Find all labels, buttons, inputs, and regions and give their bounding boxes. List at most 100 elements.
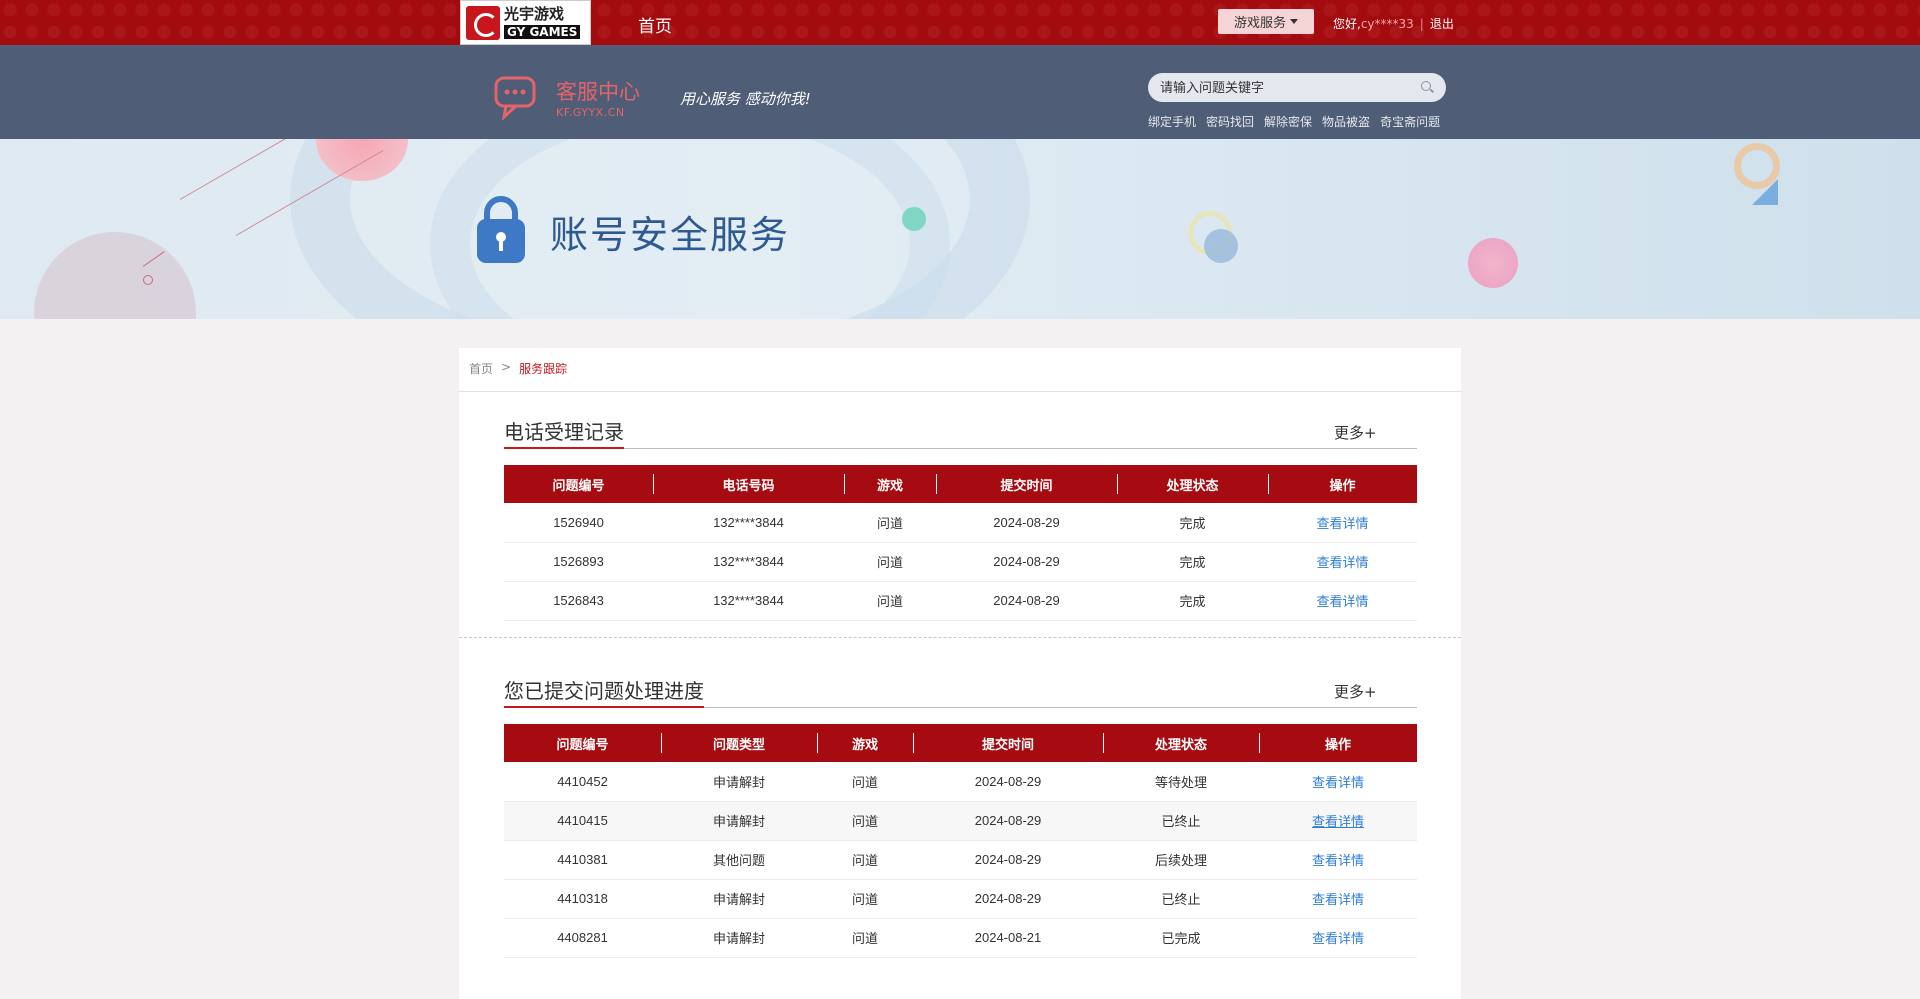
column-header: 操作 xyxy=(1259,724,1417,762)
banner-decor-ring xyxy=(143,275,153,285)
gy-games-logo[interactable]: 光宇游戏 GY GAMES xyxy=(460,0,591,45)
column-header: 游戏 xyxy=(817,724,913,762)
game-service-label: 游戏服务 xyxy=(1233,16,1286,31)
game-cell: 问道 xyxy=(817,840,913,880)
table-header-row: 问题编号 问题类型 游戏 提交时间 处理状态 操作 xyxy=(504,724,1417,762)
username: cy****33 xyxy=(1360,17,1414,31)
phone-cell: 132****3844 xyxy=(653,503,844,543)
section-divider xyxy=(459,637,1461,638)
issue-id-cell: 4410381 xyxy=(504,840,661,880)
view-details-link[interactable]: 查看详情 xyxy=(1312,931,1364,946)
issue-type-cell: 申请解封 xyxy=(661,762,817,802)
game-cell: 问道 xyxy=(817,762,913,802)
logout-link[interactable]: 退出 xyxy=(1430,17,1454,31)
issue-id-cell: 4408281 xyxy=(504,918,661,958)
game-cell: 问道 xyxy=(817,879,913,919)
phone-records-title: 电话受理记录 xyxy=(504,420,624,444)
banner-title: 账号安全服务 xyxy=(550,213,791,257)
table-row: 1526843 132****3844 问道 2024-08-29 完成 查看详… xyxy=(504,581,1417,621)
nav-home-link[interactable]: 首页 xyxy=(638,12,672,37)
view-details-link[interactable]: 查看详情 xyxy=(1316,516,1368,531)
table-header-row: 问题编号 电话号码 游戏 提交时间 处理状态 操作 xyxy=(504,465,1417,503)
search-input[interactable] xyxy=(1160,80,1421,95)
account-security-banner xyxy=(0,139,1920,319)
caret-down-icon xyxy=(1290,19,1298,24)
issue-id-cell: 1526893 xyxy=(504,542,653,582)
quick-link-remove-protection[interactable]: 解除密保 xyxy=(1264,113,1312,130)
breadcrumb: 首页 > 服务跟踪 xyxy=(469,360,567,377)
logo-cn-text: 光宇游戏 xyxy=(504,4,565,23)
issue-type-cell: 申请解封 xyxy=(661,918,817,958)
search-icon[interactable] xyxy=(1421,81,1434,94)
table-row: 4410318 申请解封 问道 2024-08-29 已终止 查看详情 xyxy=(504,879,1417,919)
game-cell: 问道 xyxy=(844,581,936,621)
table-row: 4410415 申请解封 问道 2024-08-29 已终止 查看详情 xyxy=(504,801,1417,841)
table-row: 4410452 申请解封 问道 2024-08-29 等待处理 查看详情 xyxy=(504,762,1417,802)
game-service-dropdown[interactable]: 游戏服务 xyxy=(1218,9,1314,34)
date-cell: 2024-08-29 xyxy=(913,879,1103,919)
view-details-link[interactable]: 查看详情 xyxy=(1312,853,1364,868)
view-details-link[interactable]: 查看详情 xyxy=(1312,814,1364,829)
banner-decor-circle xyxy=(1204,229,1238,263)
quick-link-qibaozhai[interactable]: 奇宝斋问题 xyxy=(1380,113,1440,130)
logo-en-text: GY GAMES xyxy=(504,24,581,39)
status-cell: 已完成 xyxy=(1103,918,1259,958)
quick-link-password-recovery[interactable]: 密码找回 xyxy=(1206,113,1254,130)
date-cell: 2024-08-29 xyxy=(913,762,1103,802)
view-details-link[interactable]: 查看详情 xyxy=(1316,594,1368,609)
column-header: 问题类型 xyxy=(661,724,817,762)
column-header: 游戏 xyxy=(844,465,936,503)
issue-id-cell: 4410415 xyxy=(504,801,661,841)
status-cell: 已终止 xyxy=(1103,879,1259,919)
date-cell: 2024-08-21 xyxy=(913,918,1103,958)
gy-logo-icon xyxy=(466,5,500,40)
status-cell: 已终止 xyxy=(1103,801,1259,841)
breadcrumb-home[interactable]: 首页 xyxy=(469,360,493,377)
issue-type-cell: 申请解封 xyxy=(661,879,817,919)
game-cell: 问道 xyxy=(844,503,936,543)
date-cell: 2024-08-29 xyxy=(936,503,1117,543)
greeting-text: 您好, xyxy=(1333,17,1361,31)
search-box xyxy=(1148,73,1446,102)
phone-records-rule xyxy=(504,448,1417,449)
submitted-issues-title: 您已提交问题处理进度 xyxy=(504,679,704,703)
banner-decor-circle xyxy=(902,207,926,231)
column-header: 问题编号 xyxy=(556,736,609,752)
table-row: 4408281 申请解封 问道 2024-08-21 已完成 查看详情 xyxy=(504,918,1417,958)
issue-id-cell: 1526940 xyxy=(504,503,653,543)
view-details-link[interactable]: 查看详情 xyxy=(1312,775,1364,790)
banner-decor-circle xyxy=(34,232,196,319)
user-greeting: 您好,cy****33 | 退出 xyxy=(1333,15,1454,32)
issue-type-cell: 申请解封 xyxy=(661,801,817,841)
table-row: 4410381 其他问题 问道 2024-08-29 后续处理 查看详情 xyxy=(504,840,1417,880)
view-details-link[interactable]: 查看详情 xyxy=(1312,892,1364,907)
phone-records-more-link[interactable]: 更多+ xyxy=(1334,422,1377,443)
quick-link-bind-phone[interactable]: 绑定手机 xyxy=(1148,113,1196,130)
column-header: 操作 xyxy=(1268,465,1417,503)
banner-decor-triangle xyxy=(1752,179,1778,205)
column-header: 处理状态 xyxy=(1103,724,1259,762)
breadcrumb-separator: > xyxy=(501,360,512,374)
issue-id-cell: 4410452 xyxy=(504,762,661,802)
game-cell: 问道 xyxy=(817,918,913,958)
table-row: 1526940 132****3844 问道 2024-08-29 完成 查看详… xyxy=(504,503,1417,543)
separator: | xyxy=(1419,17,1424,31)
submitted-issues-more-link[interactable]: 更多+ xyxy=(1334,681,1377,702)
lock-icon xyxy=(477,196,525,263)
status-cell: 完成 xyxy=(1117,542,1268,582)
top-bar: 光宇游戏 GY GAMES 首页 游戏服务 您好,cy****33 | 退出 xyxy=(0,0,1920,45)
date-cell: 2024-08-29 xyxy=(936,542,1117,582)
quick-link-item-stolen[interactable]: 物品被盗 xyxy=(1322,113,1370,130)
service-header xyxy=(0,45,1920,139)
phone-records-table: 问题编号 电话号码 游戏 提交时间 处理状态 操作 1526940 132***… xyxy=(504,465,1417,621)
issue-id-cell: 4410318 xyxy=(504,879,661,919)
submitted-issues-table: 问题编号 问题类型 游戏 提交时间 处理状态 操作 4410452 申请解封 问… xyxy=(504,724,1417,958)
status-cell: 完成 xyxy=(1117,503,1268,543)
service-slogan: 用心服务 感动你我! xyxy=(680,90,811,108)
column-header: 提交时间 xyxy=(913,724,1103,762)
column-header: 问题编号 xyxy=(552,477,605,493)
chat-bubble-icon xyxy=(494,76,536,120)
view-details-link[interactable]: 查看详情 xyxy=(1316,555,1368,570)
service-center-title: 客服中心 xyxy=(556,80,640,104)
status-cell: 后续处理 xyxy=(1103,840,1259,880)
